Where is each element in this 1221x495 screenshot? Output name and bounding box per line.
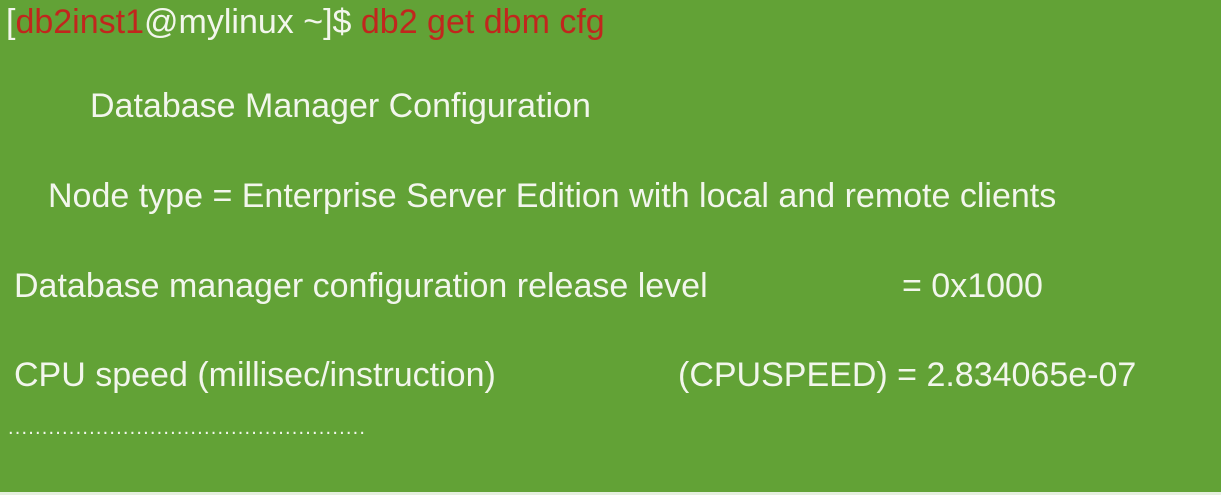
- cpu-speed-value: (CPUSPEED) = 2.834065e-07: [678, 356, 1137, 394]
- prompt-user: db2inst1: [15, 3, 144, 41]
- prompt-host: @mylinux ~]$: [144, 3, 361, 41]
- output-heading: Database Manager Configuration: [90, 87, 591, 125]
- release-level-value: = 0x1000: [902, 267, 1043, 305]
- node-type-line: Node type = Enterprise Server Edition wi…: [48, 177, 1057, 215]
- cpu-speed-label: CPU speed (millisec/instruction): [14, 356, 496, 394]
- terminal-window: [db2inst1@mylinux ~]$ db2 get dbm cfg Da…: [0, 0, 1221, 495]
- command-text: db2 get dbm cfg: [360, 3, 605, 41]
- release-level-label: Database manager configuration release l…: [14, 267, 708, 305]
- output-ellipsis: ........................................…: [8, 417, 367, 439]
- command-line: [db2inst1@mylinux ~]$ db2 get dbm cfg: [6, 2, 605, 42]
